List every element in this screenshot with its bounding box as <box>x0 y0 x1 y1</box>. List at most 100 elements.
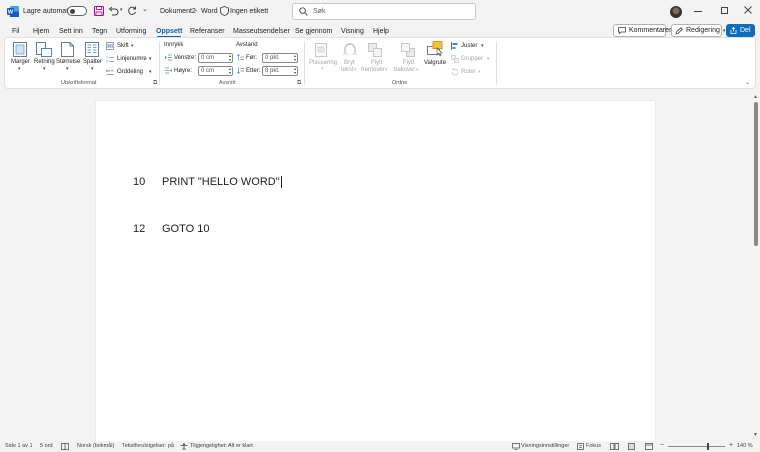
language-label[interactable]: Norsk (bokmål) <box>77 443 114 449</box>
send-backward-label-1[interactable]: Flytt <box>403 60 414 66</box>
minimize-icon[interactable] <box>694 11 702 12</box>
save-icon[interactable] <box>94 6 104 16</box>
tab-utforming[interactable]: Utforming <box>116 28 146 35</box>
breaks-label[interactable]: Skift <box>117 43 129 49</box>
sensitivity-label[interactable]: Ingen etikett <box>230 8 268 15</box>
display-settings-icon[interactable] <box>512 443 520 450</box>
align-icon[interactable] <box>451 42 459 50</box>
rotate-dropdown-icon[interactable]: ▾ <box>478 69 481 75</box>
undo-dropdown-icon[interactable]: ▾ <box>120 7 123 13</box>
document-canvas[interactable]: 10 PRINT "HELLO WORD" 12 GOTO 10 <box>0 92 752 446</box>
avatar[interactable] <box>670 6 682 18</box>
margins-label[interactable]: Marger <box>11 59 30 65</box>
undo-icon[interactable] <box>108 6 119 16</box>
spin-arrows-icon[interactable]: ▴ ▾ <box>229 67 231 75</box>
bring-forward-dropdown-icon[interactable]: ▾ <box>385 67 388 73</box>
zoom-out-icon[interactable]: − <box>660 442 664 449</box>
align-label[interactable]: Juster <box>461 43 477 49</box>
columns-dropdown-icon[interactable]: ▾ <box>91 66 94 72</box>
hyphenation-icon[interactable]: bc <box>106 68 114 76</box>
tab-fil[interactable]: Fil <box>12 28 19 35</box>
word-count[interactable]: 5 ord <box>40 443 53 449</box>
tab-hjem[interactable]: Hjem <box>33 28 49 35</box>
zoom-slider-thumb[interactable] <box>707 443 709 450</box>
zoom-level[interactable]: 140 % <box>737 443 753 449</box>
collapse-ribbon-icon[interactable]: ⌄ <box>745 79 750 86</box>
code-line-text[interactable]: GOTO 10 <box>162 223 209 235</box>
breaks-icon[interactable] <box>106 42 114 50</box>
margins-icon[interactable] <box>13 42 27 57</box>
hyphenation-dropdown-icon[interactable]: ▾ <box>149 69 152 75</box>
selection-pane-label[interactable]: Valgrute <box>424 60 446 66</box>
tab-hjelp[interactable]: Hjelp <box>373 28 389 35</box>
hyphenation-label[interactable]: Orddeling <box>117 69 143 75</box>
share-button[interactable]: Del <box>726 24 755 37</box>
accessibility-icon[interactable] <box>180 443 188 450</box>
group-objects-icon[interactable] <box>451 55 459 63</box>
scroll-down-icon[interactable]: ▼ <box>753 432 758 438</box>
position-icon[interactable] <box>315 43 327 57</box>
group-objects-dropdown-icon[interactable]: ▾ <box>487 56 490 62</box>
rotate-icon[interactable] <box>451 68 459 76</box>
tab-masseutsendelser[interactable]: Masseutsendelser <box>233 28 290 35</box>
orientation-icon[interactable] <box>36 42 52 57</box>
search-box[interactable]: Søk <box>292 3 476 20</box>
wrap-text-icon[interactable] <box>343 43 357 55</box>
maximize-icon[interactable] <box>721 7 728 14</box>
sensitivity-icon[interactable] <box>220 6 229 16</box>
tab-referanser[interactable]: Referanser <box>190 28 225 35</box>
columns-label[interactable]: Spalter <box>83 59 102 65</box>
send-backward-dropdown-icon[interactable]: ▾ <box>416 67 419 73</box>
display-settings-label[interactable]: Visningsinnstillinger <box>521 443 569 449</box>
orientation-label[interactable]: Retning <box>34 59 55 65</box>
autosave-toggle[interactable] <box>67 6 87 16</box>
focus-label[interactable]: Fokus <box>586 443 601 449</box>
tab-se-gjennom[interactable]: Se gjennom <box>295 28 332 35</box>
selection-pane-icon[interactable] <box>427 41 444 57</box>
orientation-dropdown-icon[interactable]: ▾ <box>43 66 46 72</box>
line-numbers-label[interactable]: Linjenumre <box>117 56 147 62</box>
wrap-text-label-2[interactable]: tekst <box>341 67 354 73</box>
focus-icon[interactable] <box>577 443 584 450</box>
paragraph-launcher-icon[interactable]: ⧉ <box>297 80 301 87</box>
spin-arrows-icon[interactable]: ▴ ▾ <box>294 54 296 62</box>
scroll-up-icon[interactable]: ▲ <box>753 94 758 100</box>
accessibility-label[interactable]: Tilgjengelighet: Alt er klart <box>190 443 253 449</box>
tab-oppsett[interactable]: Oppsett <box>156 28 182 35</box>
breaks-dropdown-icon[interactable]: ▾ <box>131 43 134 49</box>
page-setup-launcher-icon[interactable]: ⧉ <box>153 80 157 87</box>
size-dropdown-icon[interactable]: ▾ <box>66 66 69 72</box>
rotate-label[interactable]: Roter <box>461 69 476 75</box>
vertical-scrollbar[interactable]: ▲ ▼ <box>752 92 760 441</box>
indent-left-input[interactable]: 0 cm ▴ ▾ <box>198 53 233 63</box>
editing-mode-button[interactable]: Redigering ▾ <box>671 24 725 37</box>
spacing-before-input[interactable]: 0 pkt. ▴ ▾ <box>262 53 298 63</box>
redo-icon[interactable] <box>127 6 137 16</box>
scrollbar-thumb[interactable] <box>754 102 758 246</box>
wrap-text-dropdown-icon[interactable]: ▾ <box>354 67 357 73</box>
group-objects-label[interactable]: Grupper <box>461 56 483 62</box>
zoom-slider[interactable] <box>668 443 725 450</box>
line-numbers-icon[interactable]: 12 <box>106 55 114 63</box>
size-icon[interactable] <box>61 42 74 57</box>
wrap-text-label-1[interactable]: Bryt <box>344 60 355 66</box>
margins-dropdown-icon[interactable]: ▾ <box>18 66 21 72</box>
send-backward-label-2[interactable]: bakover <box>394 67 415 73</box>
line-numbers-dropdown-icon[interactable]: ▾ <box>149 56 152 62</box>
bring-forward-label-1[interactable]: Flytt <box>371 60 382 66</box>
close-icon[interactable] <box>744 6 752 14</box>
comments-button[interactable]: Kommentarer <box>613 24 671 37</box>
proofing-icon[interactable] <box>61 443 69 450</box>
send-backward-icon[interactable] <box>401 43 415 57</box>
print-layout-icon[interactable] <box>628 443 635 450</box>
web-layout-icon[interactable] <box>645 443 653 450</box>
tab-sett-inn[interactable]: Sett inn <box>59 28 83 35</box>
code-line-text[interactable]: PRINT "HELLO WORD" <box>162 176 280 188</box>
tab-tegn[interactable]: Tegn <box>92 28 107 35</box>
text-predictions-label[interactable]: Tekstforutsigelser: på <box>122 443 174 449</box>
position-dropdown-icon[interactable]: ▾ <box>321 66 324 72</box>
align-dropdown-icon[interactable]: ▾ <box>481 43 484 49</box>
columns-icon[interactable] <box>85 42 99 57</box>
spin-arrows-icon[interactable]: ▴ ▾ <box>294 67 296 75</box>
tab-visning[interactable]: Visning <box>341 28 364 35</box>
